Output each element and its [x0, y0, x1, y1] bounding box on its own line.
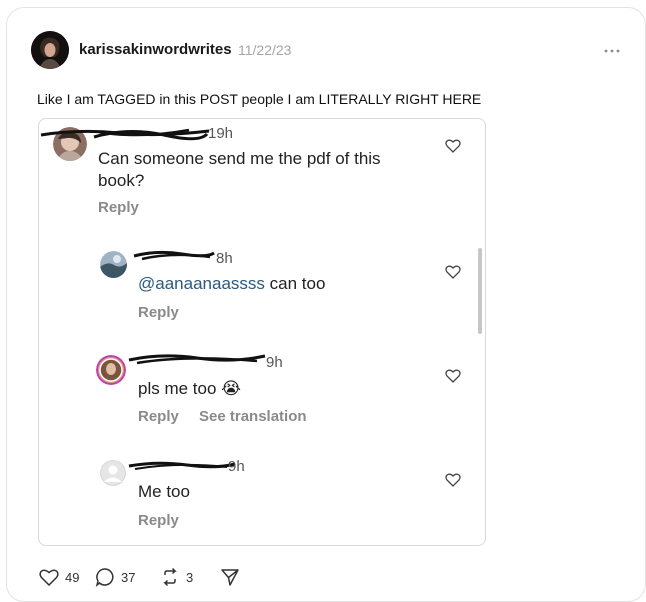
- comment-text: Can someone send me the pdf of this book…: [98, 149, 381, 190]
- reply-button[interactable]: Reply: [138, 304, 179, 321]
- comment-avatar: [100, 251, 127, 278]
- comment-time: 9h: [228, 458, 245, 475]
- reply-button[interactable]: Reply: [98, 199, 139, 216]
- reply-button[interactable]: Reply: [138, 512, 179, 529]
- comment-text: Me too: [138, 482, 190, 501]
- author-name[interactable]: karissakinwordwrites: [79, 41, 232, 58]
- more-icon[interactable]: [603, 48, 621, 54]
- comment-time: 9h: [266, 354, 283, 371]
- repost-icon: [163, 567, 177, 587]
- share-icon: [221, 569, 239, 586]
- scrollbar[interactable]: [478, 248, 482, 334]
- comment-count: 37: [121, 569, 136, 585]
- comment-avatar: [100, 460, 126, 486]
- post-date: 11/22/23: [238, 42, 292, 58]
- comment-avatar: [96, 355, 126, 385]
- see-translation-button[interactable]: See translation: [199, 408, 307, 425]
- like-count: 49: [65, 569, 80, 585]
- comment-time: 19h: [208, 125, 234, 142]
- heart-icon[interactable]: [445, 265, 461, 279]
- comment-text-body: can too: [264, 274, 326, 293]
- heart-icon[interactable]: [445, 473, 461, 487]
- repost-button[interactable]: 3: [160, 566, 193, 588]
- comment-button[interactable]: 37: [95, 566, 135, 588]
- redacted-username: [128, 354, 266, 365]
- redacted-username: [128, 461, 236, 470]
- mention-link[interactable]: @aanaanaassss: [138, 274, 265, 293]
- comment-time: 8h: [216, 250, 233, 267]
- redacted-username: [40, 128, 210, 141]
- heart-icon: [39, 569, 59, 586]
- embedded-screenshot: 19h Can someone send me the pdf of this …: [38, 118, 486, 546]
- share-button[interactable]: [220, 566, 240, 588]
- redacted-username: [133, 250, 215, 261]
- heart-icon[interactable]: [445, 139, 461, 153]
- post-card: karissakinwordwrites 11/22/23 Like I am …: [6, 7, 646, 602]
- comment-icon: [95, 568, 114, 587]
- post-text: Like I am TAGGED in this POST people I a…: [37, 91, 482, 107]
- repost-count: 3: [186, 569, 194, 585]
- reply-button[interactable]: Reply: [138, 408, 179, 425]
- comment-text: @aanaanaassss can too: [138, 273, 438, 295]
- comment-text: pls me too 😭: [138, 379, 242, 398]
- author-avatar[interactable]: [31, 31, 69, 69]
- like-button[interactable]: 49: [39, 566, 79, 588]
- heart-icon[interactable]: [445, 369, 461, 383]
